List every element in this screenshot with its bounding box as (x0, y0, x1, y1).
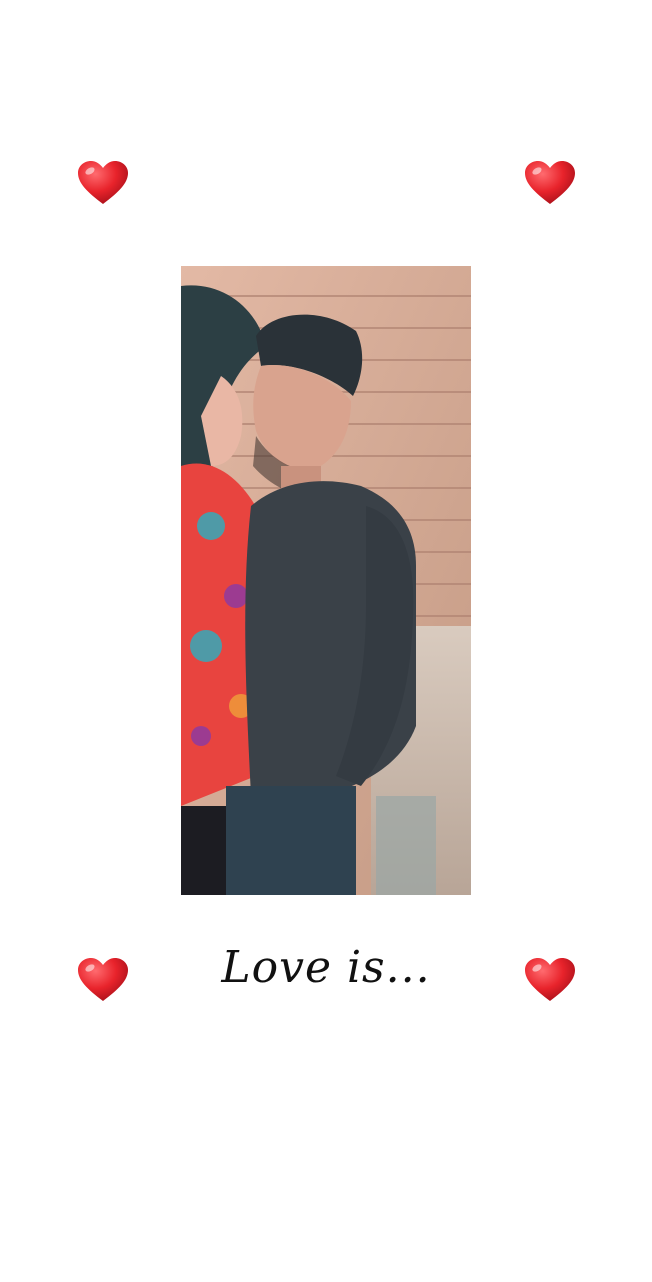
couple-photo (181, 266, 471, 895)
caption-text: Love is... (221, 942, 431, 993)
heart-icon (77, 957, 129, 1003)
heart-icon (77, 160, 129, 206)
heart-icon (524, 957, 576, 1003)
heart-icon (524, 160, 576, 206)
